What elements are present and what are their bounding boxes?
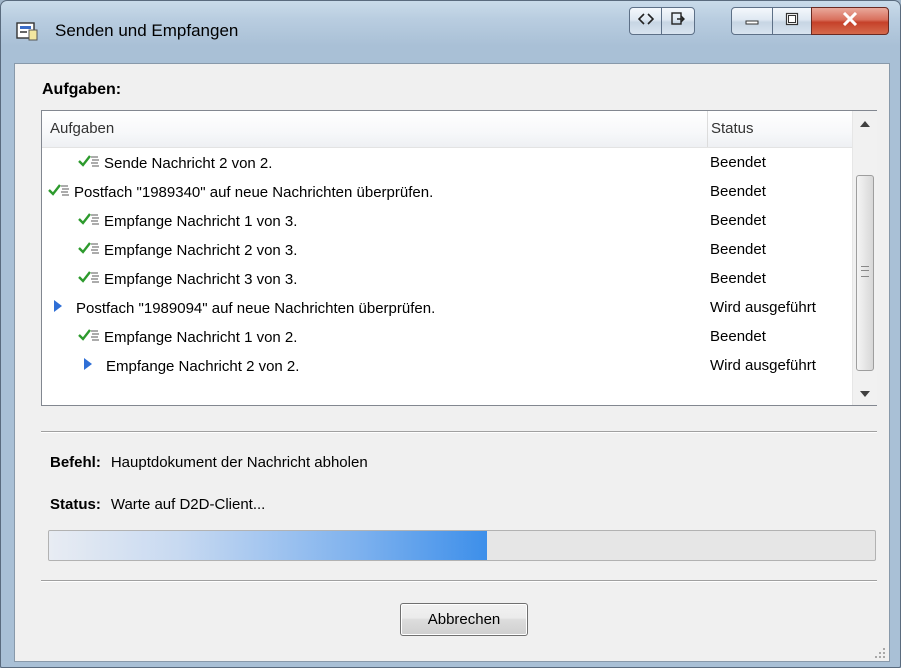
task-status-cell: Beendet: [710, 328, 766, 345]
maximize-button[interactable]: [772, 7, 812, 35]
task-name-cell: Empfange Nachricht 2 von 2.: [82, 357, 299, 375]
completed-check-icon: [78, 212, 100, 230]
vertical-scrollbar[interactable]: [852, 111, 877, 405]
status-line: Status: Warte auf D2D-Client...: [50, 496, 265, 513]
scroll-down-arrow-icon: [860, 384, 870, 402]
task-name-text: Empfange Nachricht 2 von 2.: [106, 357, 300, 375]
task-name-text: Postfach "1989094" auf neue Nachrichten …: [76, 299, 436, 317]
task-name-cell: Sende Nachricht 2 von 2.: [78, 154, 272, 172]
scrollbar-grip-icon: [861, 266, 869, 277]
running-arrow-icon: [52, 299, 64, 317]
scrollbar-thumb[interactable]: [856, 175, 874, 371]
send-receive-window: Senden und Empfangen Aufgaben: Aufgaben …: [0, 0, 901, 668]
column-header-tasks[interactable]: Aufgaben: [50, 120, 114, 137]
nav-arrows-button[interactable]: [629, 7, 662, 35]
command-label: Befehl:: [50, 454, 101, 471]
task-row[interactable]: Postfach "1989340" auf neue Nachrichten …: [42, 177, 852, 206]
dialog-client-area: Aufgaben: Aufgaben Status Sende Nachrich…: [14, 63, 890, 662]
send-receive-app-icon: [15, 20, 39, 42]
task-name-cell: Postfach "1989340" auf neue Nachrichten …: [48, 183, 433, 201]
task-status-cell: Wird ausgeführt: [710, 357, 816, 374]
task-status-cell: Beendet: [710, 183, 766, 200]
status-value: Warte auf D2D-Client...: [110, 496, 266, 513]
close-button[interactable]: [811, 7, 889, 35]
maximize-icon: [785, 12, 799, 31]
task-name-cell: Postfach "1989094" auf neue Nachrichten …: [52, 299, 435, 317]
cancel-button[interactable]: Abbrechen: [400, 603, 528, 636]
task-name-text: Postfach "1989340" auf neue Nachrichten …: [74, 183, 434, 201]
command-value: Hauptdokument der Nachricht abholen: [110, 454, 368, 471]
tasks-list[interactable]: Aufgaben Status Sende Nachricht 2 von 2.…: [41, 110, 877, 406]
completed-check-icon: [78, 154, 100, 172]
task-status-cell: Beendet: [710, 154, 766, 171]
task-name-text: Empfange Nachricht 2 von 3.: [104, 241, 298, 259]
task-name-text: Empfange Nachricht 1 von 2.: [104, 328, 298, 346]
task-status-cell: Beendet: [710, 212, 766, 229]
progress-bar-fill: [49, 531, 487, 560]
completed-check-icon: [78, 328, 100, 346]
separator-bottom: [41, 580, 877, 581]
tasks-section-label: Aufgaben:: [42, 81, 122, 98]
pin-icon: [671, 11, 685, 31]
column-header-status[interactable]: Status: [711, 120, 754, 137]
tasks-list-header: Aufgaben Status: [42, 111, 852, 148]
task-row[interactable]: Empfange Nachricht 2 von 2. Wird ausgefüh…: [42, 351, 852, 380]
task-row[interactable]: Empfange Nachricht 1 von 3. Beendet: [42, 206, 852, 235]
window-title: Senden und Empfangen: [55, 21, 239, 40]
command-line: Befehl: Hauptdokument der Nachricht abhol…: [50, 454, 368, 471]
task-name-text: Empfange Nachricht 3 von 3.: [104, 270, 298, 288]
completed-check-icon: [78, 241, 100, 259]
tasks-rows: Sende Nachricht 2 von 2. Beendet Postfach …: [42, 148, 852, 380]
task-status-cell: Beendet: [710, 270, 766, 287]
arrows-icon: [637, 12, 654, 30]
minimize-button[interactable]: [731, 7, 773, 35]
completed-check-icon: [48, 183, 70, 201]
task-name-text: Sende Nachricht 2 von 2.: [104, 154, 273, 172]
column-divider[interactable]: [707, 111, 708, 147]
task-row[interactable]: Empfange Nachricht 1 von 2. Beendet: [42, 322, 852, 351]
task-status-cell: Beendet: [710, 241, 766, 258]
progress-bar: [48, 530, 876, 561]
task-row[interactable]: Empfange Nachricht 3 von 3. Beendet: [42, 264, 852, 293]
task-status-cell: Wird ausgeführt: [710, 299, 816, 316]
scroll-up-arrow-icon: [860, 114, 870, 132]
scroll-down-button[interactable]: [853, 381, 877, 405]
separator-top: [41, 431, 877, 432]
task-name-cell: Empfange Nachricht 1 von 2.: [78, 328, 297, 346]
task-name-text: Empfange Nachricht 1 von 3.: [104, 212, 298, 230]
title-bar[interactable]: Senden und Empfangen: [1, 1, 900, 63]
resize-grip-icon[interactable]: [874, 646, 886, 658]
close-icon: [841, 11, 859, 31]
pin-button[interactable]: [661, 7, 695, 35]
status-label: Status:: [50, 496, 101, 513]
task-name-cell: Empfange Nachricht 1 von 3.: [78, 212, 297, 230]
task-row[interactable]: Postfach "1989094" auf neue Nachrichten …: [42, 293, 852, 322]
running-arrow-icon: [82, 357, 94, 375]
minimize-icon: [745, 12, 759, 30]
completed-check-icon: [78, 270, 100, 288]
task-name-cell: Empfange Nachricht 3 von 3.: [78, 270, 297, 288]
task-row[interactable]: Empfange Nachricht 2 von 3. Beendet: [42, 235, 852, 264]
task-row[interactable]: Sende Nachricht 2 von 2. Beendet: [42, 148, 852, 177]
task-name-cell: Empfange Nachricht 2 von 3.: [78, 241, 297, 259]
scroll-up-button[interactable]: [853, 111, 877, 135]
